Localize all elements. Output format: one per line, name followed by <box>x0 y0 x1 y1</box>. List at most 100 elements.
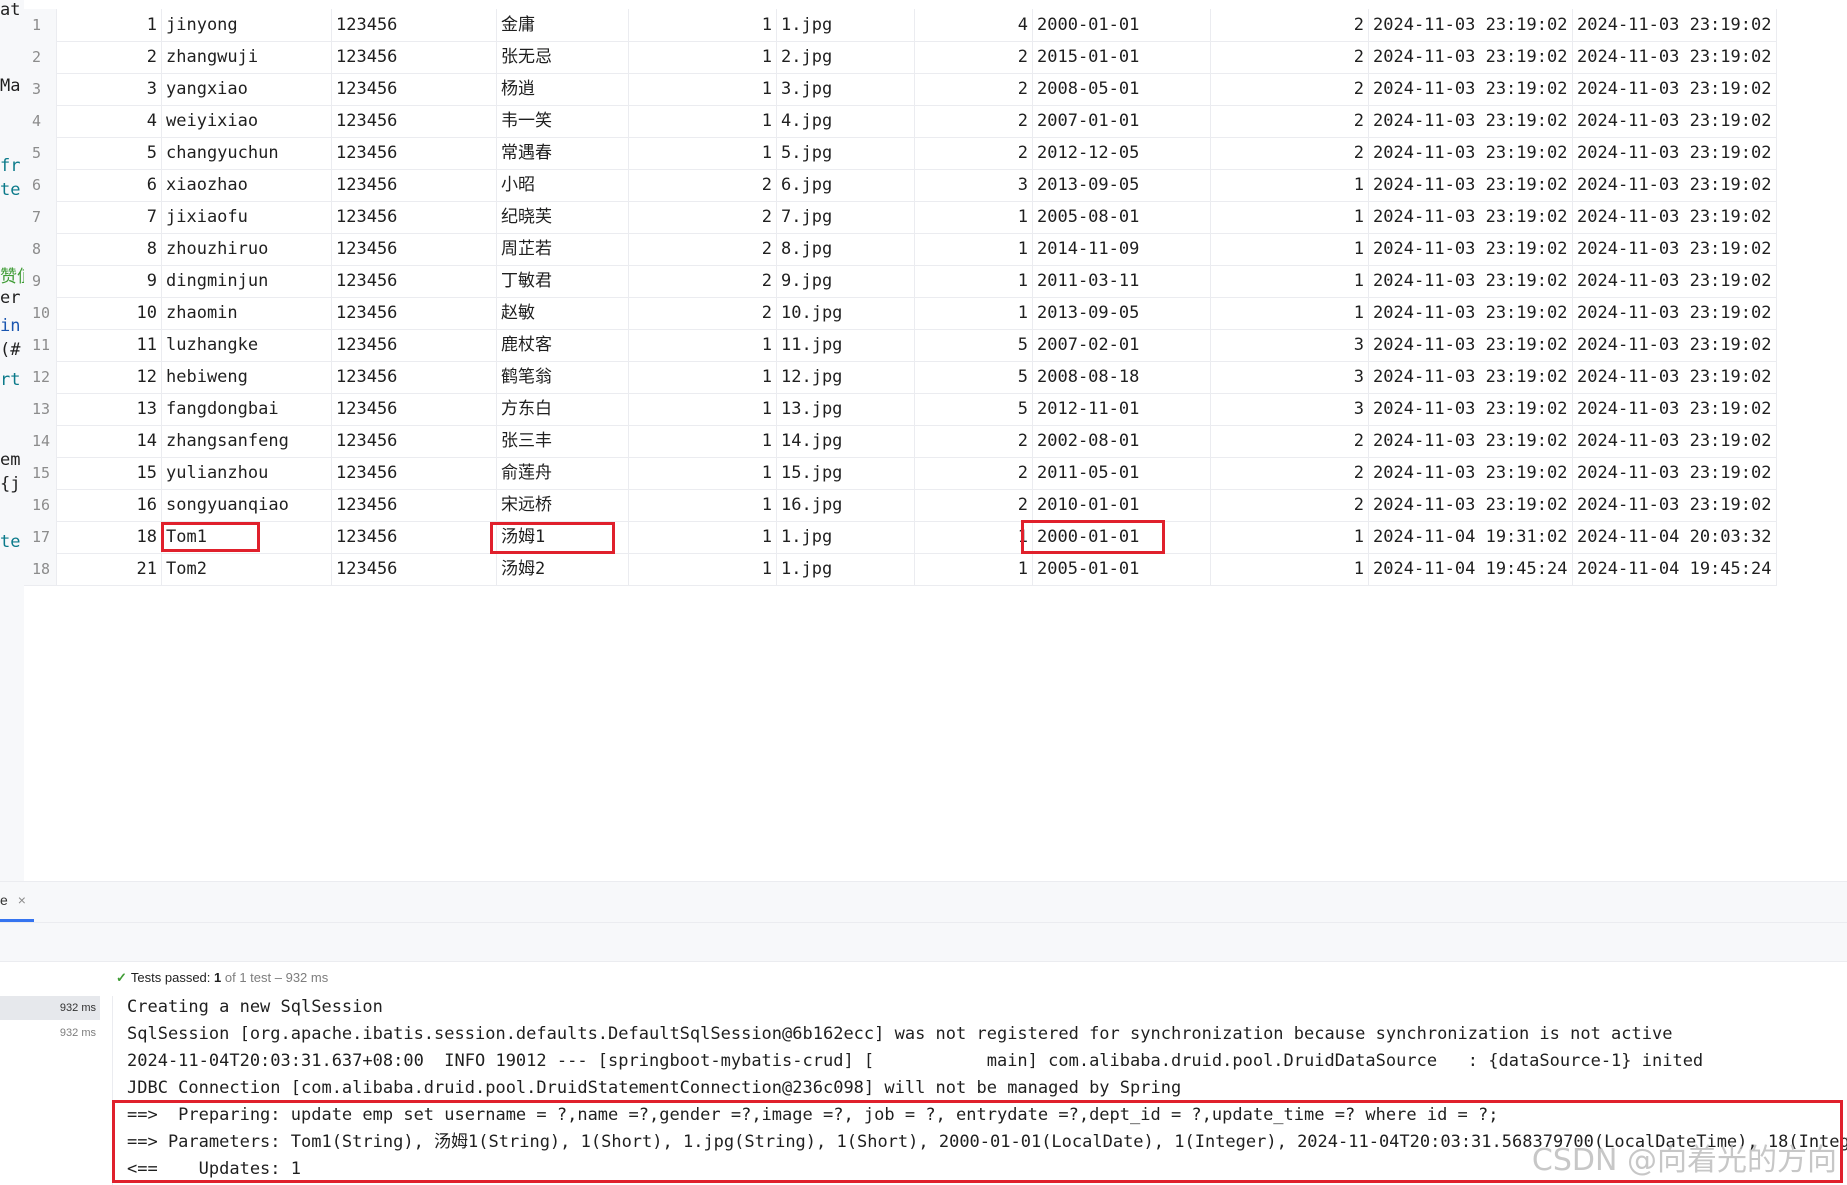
cell-username[interactable]: changyuchun <box>162 137 332 169</box>
cell-id[interactable]: 12 <box>57 361 162 393</box>
cell-gender[interactable]: 1 <box>629 521 777 553</box>
cell-job[interactable]: 5 <box>915 393 1033 425</box>
cell-gender[interactable]: 1 <box>629 361 777 393</box>
cell-id[interactable]: 9 <box>57 265 162 297</box>
cell-image[interactable]: 5.jpg <box>777 137 915 169</box>
cell-password[interactable]: 123456 <box>332 553 497 585</box>
cell-id[interactable]: 6 <box>57 169 162 201</box>
cell-image[interactable]: 1.jpg <box>777 9 915 41</box>
cell-image[interactable]: 15.jpg <box>777 457 915 489</box>
cell-entrydate[interactable]: 2005-08-01 <box>1033 201 1211 233</box>
cell-username[interactable]: fangdongbai <box>162 393 332 425</box>
cell-id[interactable]: 2 <box>57 41 162 73</box>
cell-dept-id[interactable]: 1 <box>1211 553 1369 585</box>
cell-gender[interactable]: 1 <box>629 393 777 425</box>
cell-dept-id[interactable]: 2 <box>1211 425 1369 457</box>
cell-name[interactable]: 鹿杖客 <box>497 329 629 361</box>
cell-entrydate[interactable]: 2007-01-01 <box>1033 105 1211 137</box>
cell-create-time[interactable]: 2024-11-03 23:19:02 <box>1369 73 1573 105</box>
cell-gender[interactable]: 1 <box>629 329 777 361</box>
cell-password[interactable]: 123456 <box>332 137 497 169</box>
cell-dept-id[interactable]: 2 <box>1211 137 1369 169</box>
cell-job[interactable]: 5 <box>915 329 1033 361</box>
cell-image[interactable]: 12.jpg <box>777 361 915 393</box>
cell-job[interactable]: 3 <box>915 169 1033 201</box>
cell-image[interactable]: 2.jpg <box>777 41 915 73</box>
cell-gender[interactable]: 1 <box>629 553 777 585</box>
cell-gender[interactable]: 1 <box>629 489 777 521</box>
cell-password[interactable]: 123456 <box>332 361 497 393</box>
cell-password[interactable]: 123456 <box>332 265 497 297</box>
cell-image[interactable]: 14.jpg <box>777 425 915 457</box>
table-row[interactable]: 6 6 xiaozhao 123456 小昭 2 6.jpg 3 2013-09-05 1 2024… <box>24 169 1777 202</box>
cell-entrydate[interactable]: 2011-05-01 <box>1033 457 1211 489</box>
cell-password[interactable]: 123456 <box>332 201 497 233</box>
cell-dept-id[interactable]: 1 <box>1211 201 1369 233</box>
table-row[interactable]: 15 15 yulianzhou 123456 俞莲舟 1 15.jpg 2 2011-05-0… <box>24 457 1777 490</box>
table-row[interactable]: 8 8 zhouzhiruo 123456 周芷若 2 8.jpg 1 2014-11-09 1 2… <box>24 233 1777 266</box>
cell-image[interactable]: 1.jpg <box>777 553 915 585</box>
cell-name[interactable]: 张三丰 <box>497 425 629 457</box>
cell-username[interactable]: dingminjun <box>162 265 332 297</box>
cell-entrydate[interactable]: 2000-01-01 <box>1033 9 1211 41</box>
cell-id[interactable]: 18 <box>57 521 162 553</box>
cell-update-time[interactable]: 2024-11-04 19:45:24 <box>1573 553 1777 585</box>
cell-password[interactable]: 123456 <box>332 297 497 329</box>
cell-update-time[interactable]: 2024-11-03 23:19:02 <box>1573 41 1777 73</box>
cell-username[interactable]: yangxiao <box>162 73 332 105</box>
cell-update-time[interactable]: 2024-11-03 23:19:02 <box>1573 169 1777 201</box>
cell-create-time[interactable]: 2024-11-04 19:31:02 <box>1369 521 1573 553</box>
cell-gender[interactable]: 1 <box>629 425 777 457</box>
cell-job[interactable]: 5 <box>915 361 1033 393</box>
cell-dept-id[interactable]: 3 <box>1211 393 1369 425</box>
cell-job[interactable]: 2 <box>915 73 1033 105</box>
cell-dept-id[interactable]: 1 <box>1211 233 1369 265</box>
cell-name[interactable]: 杨逍 <box>497 73 629 105</box>
cell-entrydate[interactable]: 2008-08-18 <box>1033 361 1211 393</box>
cell-gender[interactable]: 1 <box>629 73 777 105</box>
cell-password[interactable]: 123456 <box>332 41 497 73</box>
cell-entrydate[interactable]: 2015-01-01 <box>1033 41 1211 73</box>
cell-id[interactable]: 13 <box>57 393 162 425</box>
cell-dept-id[interactable]: 2 <box>1211 73 1369 105</box>
cell-password[interactable]: 123456 <box>332 457 497 489</box>
cell-update-time[interactable]: 2024-11-03 23:19:02 <box>1573 329 1777 361</box>
cell-gender[interactable]: 2 <box>629 265 777 297</box>
cell-id[interactable]: 11 <box>57 329 162 361</box>
cell-update-time[interactable]: 2024-11-03 23:19:02 <box>1573 9 1777 41</box>
cell-password[interactable]: 123456 <box>332 425 497 457</box>
cell-create-time[interactable]: 2024-11-03 23:19:02 <box>1369 329 1573 361</box>
cell-job[interactable]: 1 <box>915 265 1033 297</box>
cell-gender[interactable]: 2 <box>629 169 777 201</box>
cell-password[interactable]: 123456 <box>332 105 497 137</box>
cell-entrydate[interactable]: 2007-02-01 <box>1033 329 1211 361</box>
cell-password[interactable]: 123456 <box>332 169 497 201</box>
cell-image[interactable]: 3.jpg <box>777 73 915 105</box>
cell-name[interactable]: 赵敏 <box>497 297 629 329</box>
cell-name[interactable]: 鹤笔翁 <box>497 361 629 393</box>
cell-update-time[interactable]: 2024-11-03 23:19:02 <box>1573 393 1777 425</box>
cell-create-time[interactable]: 2024-11-03 23:19:02 <box>1369 41 1573 73</box>
cell-entrydate[interactable]: 2012-12-05 <box>1033 137 1211 169</box>
cell-username[interactable]: luzhangke <box>162 329 332 361</box>
cell-username[interactable]: weiyixiao <box>162 105 332 137</box>
cell-entrydate[interactable]: 2010-01-01 <box>1033 489 1211 521</box>
cell-name[interactable]: 小昭 <box>497 169 629 201</box>
test-tree-item[interactable]: 932 ms <box>0 1021 100 1045</box>
cell-name[interactable]: 丁敏君 <box>497 265 629 297</box>
cell-password[interactable]: 123456 <box>332 489 497 521</box>
cell-dept-id[interactable]: 2 <box>1211 9 1369 41</box>
cell-dept-id[interactable]: 2 <box>1211 41 1369 73</box>
cell-create-time[interactable]: 2024-11-03 23:19:02 <box>1369 201 1573 233</box>
cell-entrydate[interactable]: 2013-09-05 <box>1033 169 1211 201</box>
test-tree-item[interactable]: 932 ms <box>0 996 100 1020</box>
cell-id[interactable]: 7 <box>57 201 162 233</box>
cell-image[interactable]: 8.jpg <box>777 233 915 265</box>
cell-id[interactable]: 21 <box>57 553 162 585</box>
cell-username[interactable]: hebiweng <box>162 361 332 393</box>
cell-dept-id[interactable]: 1 <box>1211 265 1369 297</box>
cell-name[interactable]: 纪晓芙 <box>497 201 629 233</box>
table-row[interactable]: 5 5 changyuchun 123456 常遇春 1 5.jpg 2 2012-12-05 2… <box>24 137 1777 170</box>
cell-entrydate[interactable]: 2014-11-09 <box>1033 233 1211 265</box>
cell-id[interactable]: 4 <box>57 105 162 137</box>
